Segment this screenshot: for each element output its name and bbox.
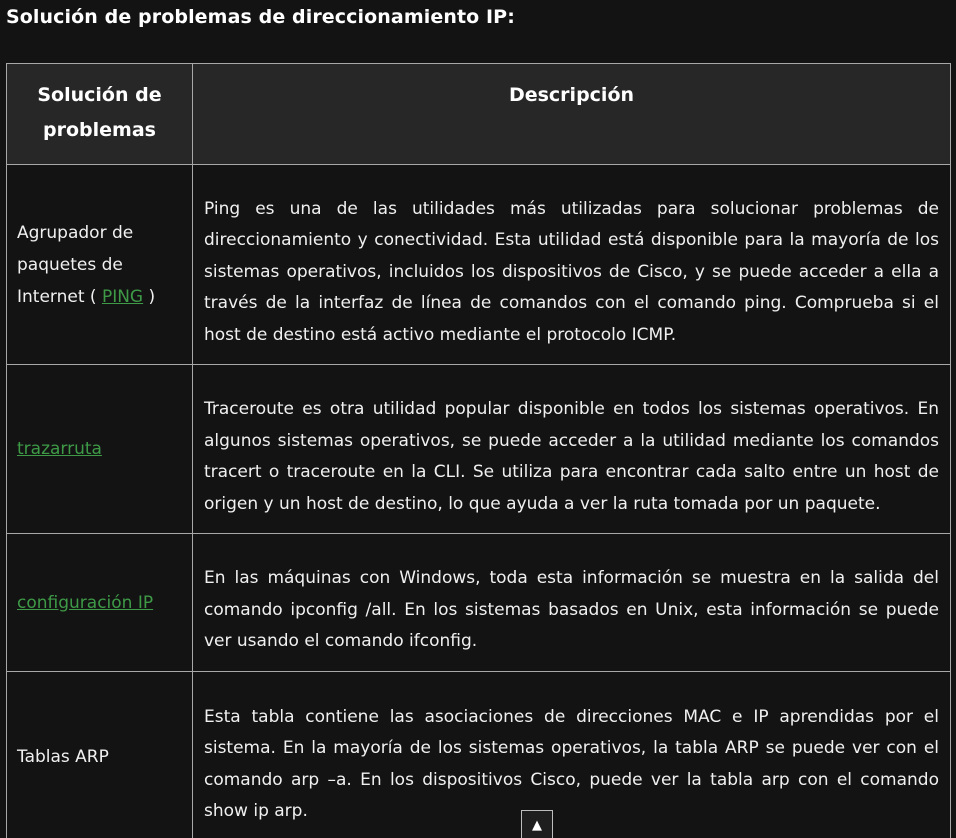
ping-link[interactable]: PING — [102, 287, 143, 307]
tool-name-suffix: ) — [143, 286, 156, 307]
tool-description: En las máquinas con Windows, toda esta i… — [192, 533, 951, 672]
tool-name-ipconfig: configuración IP — [6, 533, 193, 672]
tool-description: Esta tabla contiene las asociaciones de … — [192, 671, 951, 838]
tool-name-ping: Agrupador de paquetes de Internet ( PING… — [6, 164, 193, 365]
table-row: Agrupador de paquetes de Internet ( PING… — [6, 164, 951, 365]
column-header-troubleshooting: Solución de problemas — [6, 63, 193, 165]
tool-name-arp: Tablas ARP — [6, 671, 193, 838]
troubleshooting-table: Solución de problemas Descripción Agrupa… — [6, 63, 951, 838]
page: Solución de problemas de direccionamient… — [0, 0, 956, 838]
table-row: configuración IP En las máquinas con Win… — [6, 533, 951, 672]
table-header-row: Solución de problemas Descripción — [6, 63, 951, 165]
table-row: trazarruta Traceroute es otra utilidad p… — [6, 364, 951, 534]
tool-name-traceroute: trazarruta — [6, 364, 193, 534]
ipconfig-link[interactable]: configuración IP — [17, 593, 153, 613]
tool-description: Traceroute es otra utilidad popular disp… — [192, 364, 951, 534]
scroll-to-top-button[interactable]: ▲ — [521, 810, 553, 838]
arrow-up-icon: ▲ — [532, 817, 542, 833]
page-heading: Solución de problemas de direccionamient… — [6, 6, 515, 28]
tool-description: Ping es una de las utilidades más utiliz… — [192, 164, 951, 365]
traceroute-link[interactable]: trazarruta — [17, 439, 102, 459]
table-row: Tablas ARP Esta tabla contiene las asoci… — [6, 671, 951, 838]
column-header-description: Descripción — [192, 63, 951, 165]
